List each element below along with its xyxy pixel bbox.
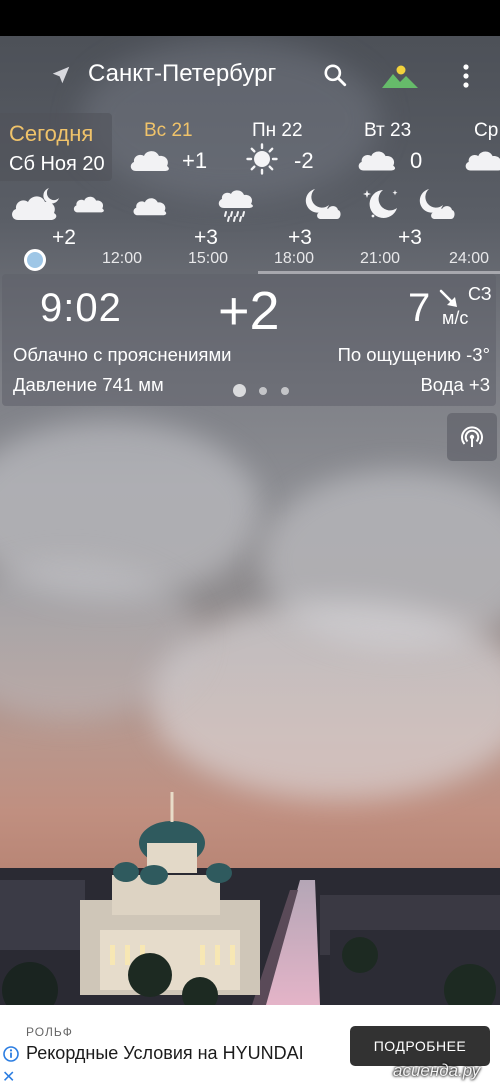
navigation-arrow-icon[interactable] <box>50 64 72 86</box>
feels-like: По ощущению -3° <box>337 344 490 365</box>
day-name: Ср <box>474 120 499 141</box>
page-dot-active <box>233 384 246 397</box>
hourly-temp: +3 <box>398 226 422 249</box>
pressure: Давление 741 мм <box>13 374 164 395</box>
cloud-icon <box>465 151 500 171</box>
search-icon[interactable] <box>322 62 348 88</box>
day-temp: -2 <box>294 148 314 173</box>
rain-cloud-icon <box>218 190 253 222</box>
status-bar <box>0 0 500 36</box>
hourly-temp: +2 <box>52 226 76 249</box>
today-label: Сегодня <box>9 121 94 146</box>
water-temperature: Вода +3 <box>420 374 490 395</box>
hourly-time: 24:00 <box>449 250 490 267</box>
cloud-icon <box>73 196 104 213</box>
ad-cta-button[interactable]: ПОДРОБНЕЕ <box>350 1026 490 1066</box>
page-dot <box>281 387 289 395</box>
toolbar: Санкт-Петербург <box>0 50 500 102</box>
hourly-forecast-strip: +2 +3 +3 +3 12:00 15:00 18:00 21:00 24:0… <box>0 183 500 274</box>
city-skyline-photo <box>0 792 500 1005</box>
hourly-time: 18:00 <box>274 250 315 267</box>
day-today[interactable]: Сегодня Сб Ноя 20 <box>0 113 112 181</box>
day-name: Вс 21 <box>144 120 193 141</box>
daily-forecast-strip: Сегодня Сб Ноя 20 Вс 21 +1 Пн 22 -2 Вт 2… <box>0 113 500 183</box>
watermark: асиенда.ру <box>393 1061 481 1080</box>
mountain-sun-icon[interactable] <box>380 62 420 90</box>
radar-button[interactable] <box>447 413 497 461</box>
day-item[interactable]: Ср <box>462 113 500 181</box>
day-temp: 0 <box>410 148 423 173</box>
wind-unit: м/с <box>442 308 469 328</box>
moon-cloud-icon <box>419 189 455 219</box>
condition-text: Облачно с прояснениями <box>13 344 232 365</box>
info-icon[interactable] <box>3 1046 19 1062</box>
ad-banner[interactable]: РОЛЬФ ✕ Рекордные Условия на HYUNDAI ПОД… <box>0 1005 500 1083</box>
hourly-time: 21:00 <box>360 250 401 267</box>
hourly-time: 12:00 <box>102 250 143 267</box>
ad-brand: РОЛЬФ <box>26 1025 73 1039</box>
current-time-marker <box>24 249 46 271</box>
today-date: Сб Ноя 20 <box>9 153 105 175</box>
wind-direction: СЗ <box>468 284 492 304</box>
cloud-icon <box>358 151 396 171</box>
hourly-temp: +3 <box>288 226 312 249</box>
cloud-icon <box>133 198 167 216</box>
hourly-temp: +3 <box>194 226 218 249</box>
radar-icon <box>461 426 483 447</box>
day-name: Вт 23 <box>364 120 412 141</box>
wind-direction-icon <box>439 289 457 307</box>
wind-speed: 7 <box>408 286 431 330</box>
cloud-icon <box>130 151 169 171</box>
moon-stars-icon <box>363 190 398 218</box>
ad-title[interactable]: Рекордные Условия на HYUNDAI <box>26 1043 304 1064</box>
day-item[interactable]: Вт 23 0 <box>356 113 456 181</box>
city-name[interactable]: Санкт-Петербург <box>88 60 276 88</box>
moon-cloud-icon <box>305 189 341 219</box>
page-dot <box>259 387 267 395</box>
current-time: 9:02 <box>40 286 122 330</box>
cloud-moon-icon <box>12 188 59 220</box>
day-temp: +1 <box>182 148 208 173</box>
more-vert-icon[interactable] <box>455 62 477 90</box>
current-conditions-panel[interactable]: 9:02 +2 7 СЗ м/с Облачно с прояснениями … <box>2 274 496 406</box>
close-icon[interactable]: ✕ <box>2 1067 15 1083</box>
day-item[interactable]: Вс 21 +1 <box>128 113 228 181</box>
sun-icon <box>246 143 278 175</box>
day-name: Пн 22 <box>252 120 303 141</box>
current-temperature: +2 <box>218 281 280 341</box>
hourly-time: 15:00 <box>188 250 229 267</box>
day-item[interactable]: Пн 22 -2 <box>243 113 343 181</box>
